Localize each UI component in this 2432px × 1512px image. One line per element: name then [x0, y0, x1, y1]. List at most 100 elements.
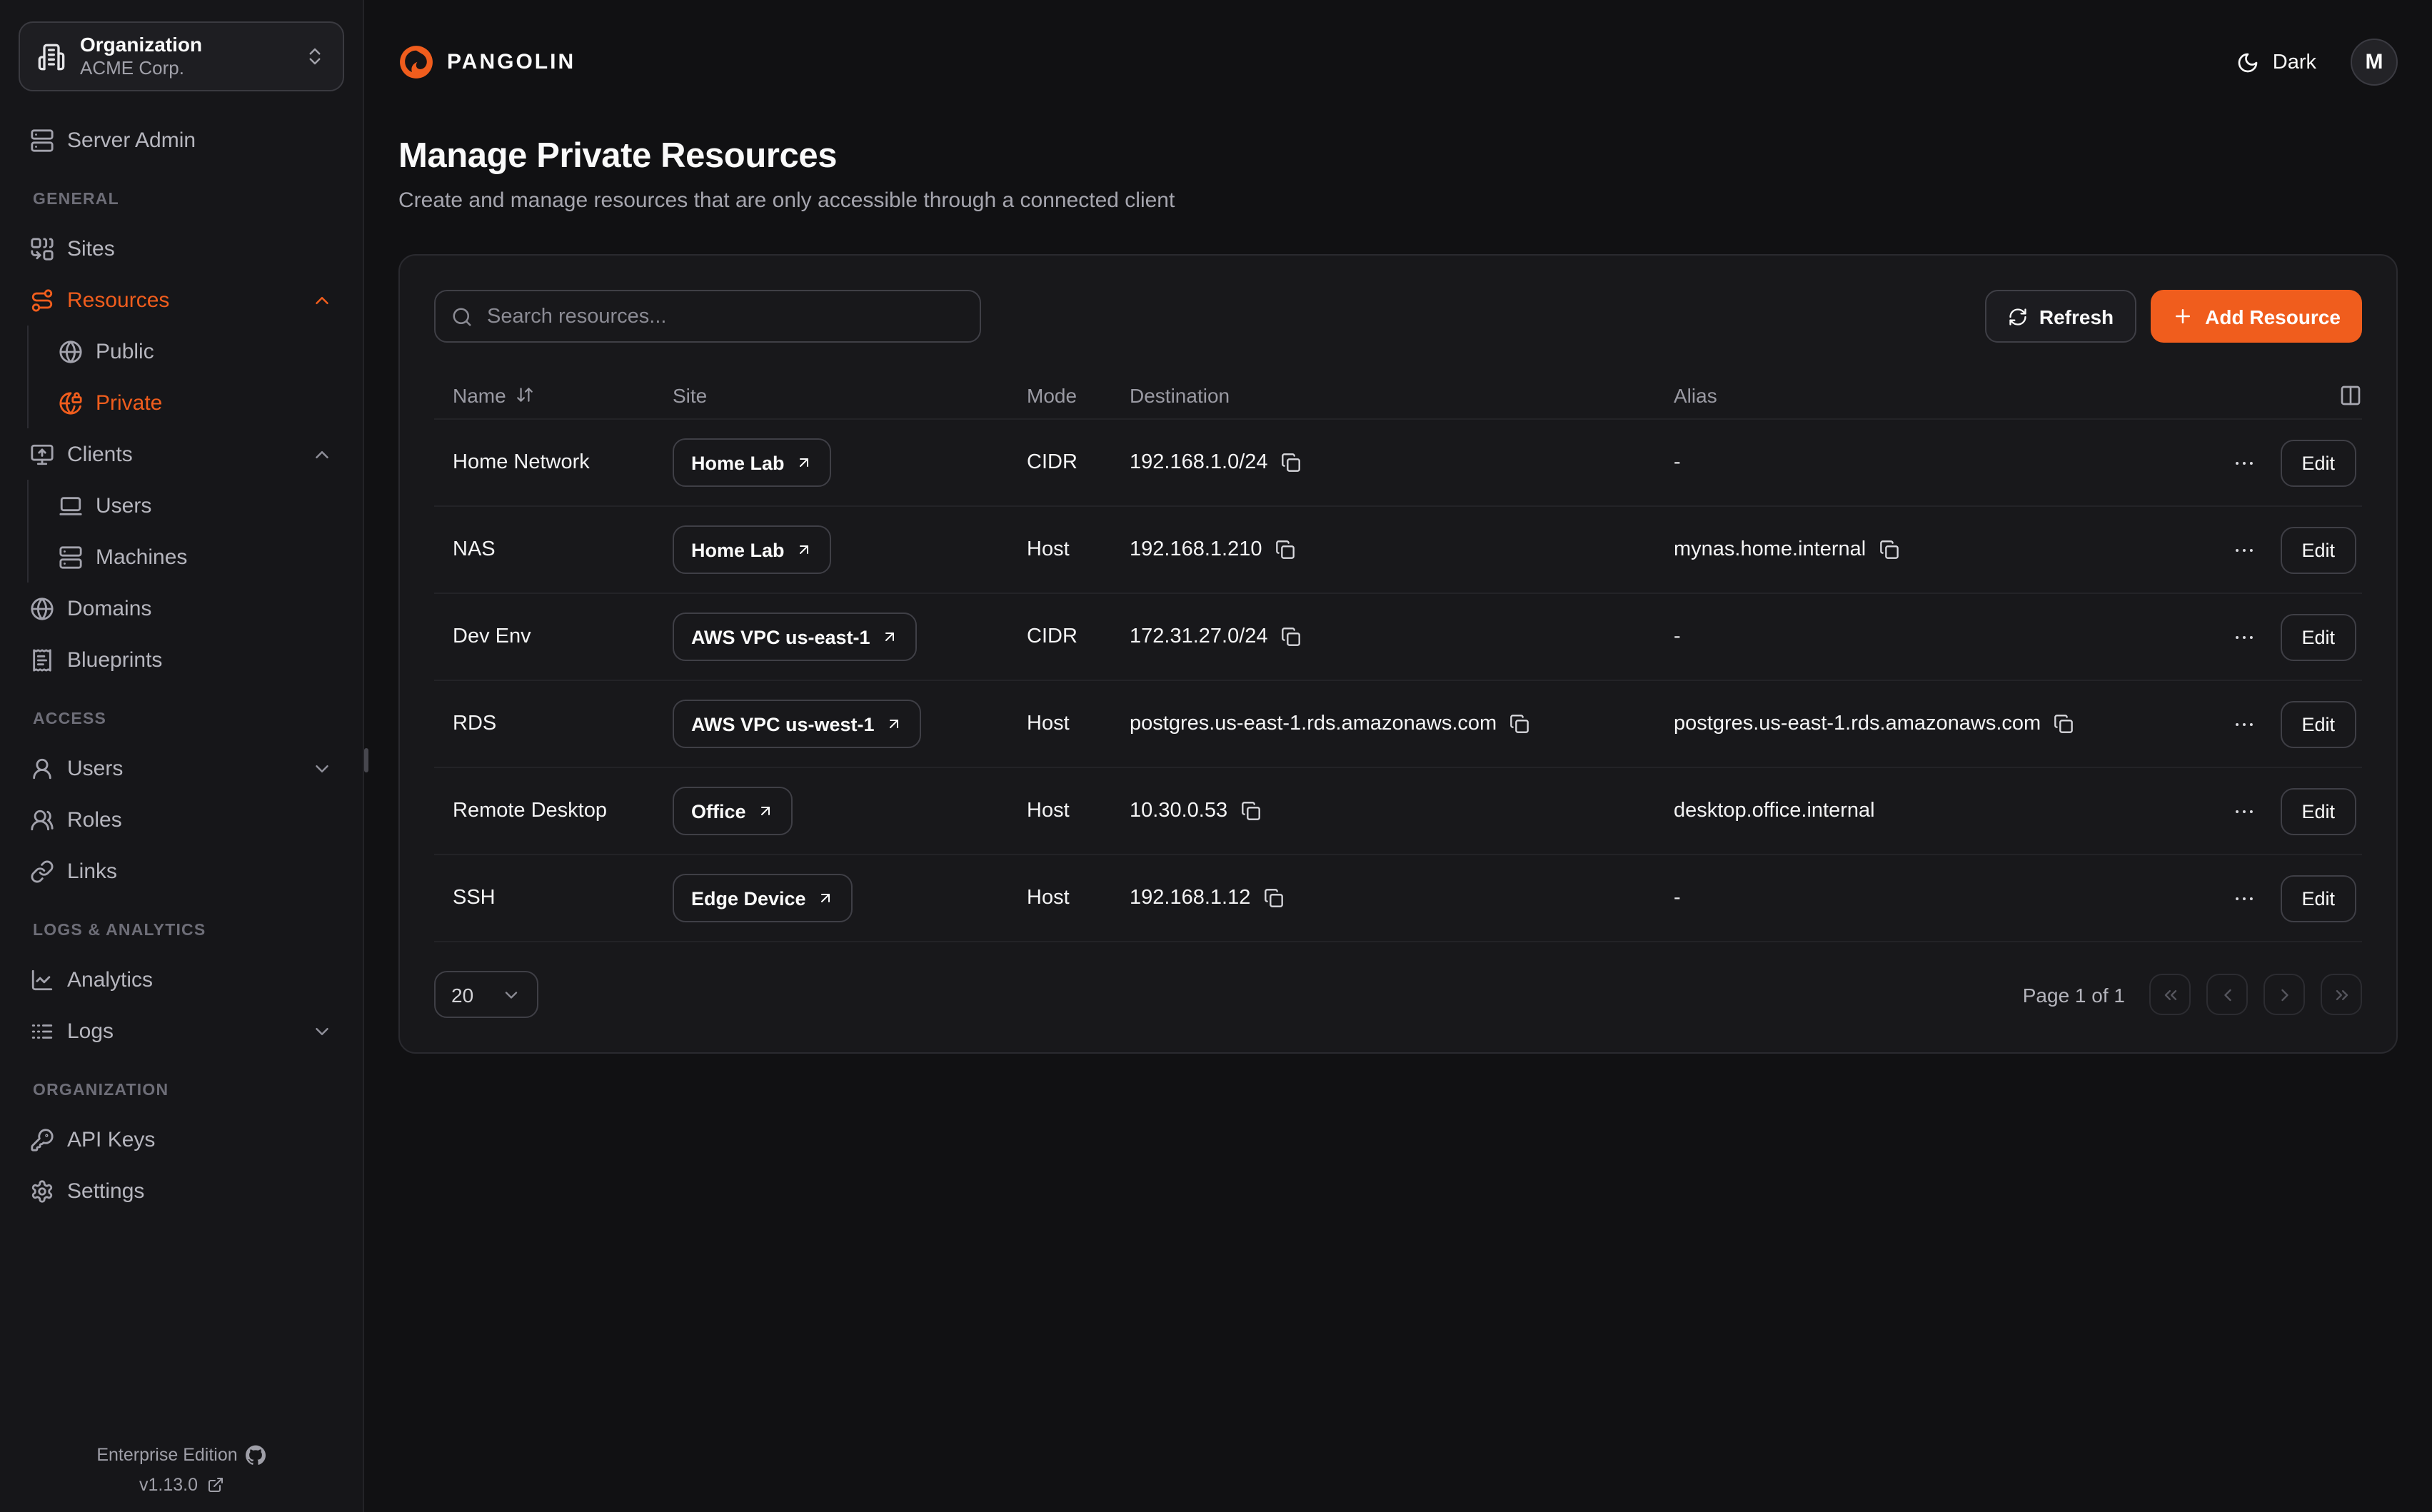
page-title: Manage Private Resources — [398, 137, 2398, 177]
last-page-button[interactable] — [2321, 974, 2362, 1015]
brand-name: PANGOLIN — [447, 50, 576, 74]
cell-destination: 10.30.0.53 — [1130, 800, 1674, 822]
copy-destination-button[interactable] — [1263, 888, 1283, 908]
cell-mode: CIDR — [1027, 625, 1130, 648]
search-input[interactable] — [434, 290, 981, 343]
sidebar-item-blueprints[interactable]: Blueprints — [19, 634, 344, 685]
sidebar-item-domains[interactable]: Domains — [19, 583, 344, 634]
page-size-select[interactable]: 20 — [434, 971, 538, 1018]
copy-destination-button[interactable] — [1275, 540, 1295, 560]
nav-section-label: ACCESS — [19, 711, 344, 728]
org-switcher-label: Organization — [80, 32, 290, 57]
external-link-icon — [206, 1476, 223, 1493]
main-content: PANGOLIN Dark M Manage Private Resources… — [364, 0, 2432, 1512]
copy-destination-button[interactable] — [1240, 801, 1260, 821]
copy-destination-button[interactable] — [1281, 627, 1301, 647]
copy-icon — [1281, 627, 1301, 647]
sidebar-item-roles[interactable]: Roles — [19, 794, 344, 845]
copy-destination-button[interactable] — [1281, 453, 1301, 473]
col-header-alias: Alias — [1674, 383, 2184, 406]
moon-icon — [2237, 51, 2260, 74]
edit-button[interactable]: Edit — [2280, 787, 2356, 835]
edit-button[interactable]: Edit — [2280, 439, 2356, 486]
nav-section-label: GENERAL — [19, 191, 344, 208]
resources-card: Refresh Add Resource NameSiteModeDestina… — [398, 254, 2398, 1054]
refresh-button[interactable]: Refresh — [1985, 290, 2136, 343]
column-visibility-button[interactable] — [2184, 383, 2362, 406]
row-menu-button[interactable] — [2231, 712, 2256, 736]
sidebar: Organization ACME Corp. Server Admin GENE… — [0, 0, 364, 1512]
cell-destination: 192.168.1.210 — [1130, 538, 1674, 561]
sidebar-item-resources[interactable]: Resources — [19, 274, 344, 326]
theme-toggle[interactable]: Dark — [2237, 51, 2316, 74]
brand: PANGOLIN — [398, 44, 576, 80]
pagination: 20 Page 1 of 1 — [434, 971, 2362, 1018]
key-icon — [30, 1127, 54, 1151]
gear-icon — [30, 1179, 54, 1203]
add-resource-button[interactable]: Add Resource — [2151, 290, 2362, 343]
globe-lock-icon — [59, 390, 83, 415]
copy-alias-button[interactable] — [2054, 714, 2074, 734]
edit-button[interactable]: Edit — [2280, 526, 2356, 573]
table-row: Home NetworkHome LabCIDR192.168.1.0/24-E… — [434, 420, 2362, 507]
arrow-up-right-icon — [796, 541, 813, 558]
sidebar-item-settings[interactable]: Settings — [19, 1165, 344, 1216]
sidebar-item-sites[interactable]: Sites — [19, 223, 344, 274]
cell-destination: 192.168.1.0/24 — [1130, 451, 1674, 474]
version-link[interactable]: v1.13.0 — [139, 1475, 223, 1495]
row-menu-button[interactable] — [2231, 450, 2256, 475]
sidebar-item-clients[interactable]: Clients — [19, 428, 344, 480]
copy-alias-button[interactable] — [1879, 540, 1899, 560]
edit-button[interactable]: Edit — [2280, 700, 2356, 747]
col-header-name[interactable]: Name — [434, 383, 673, 406]
sidebar-item-server-admin[interactable]: Server Admin — [19, 114, 344, 166]
site-link-button[interactable]: Office — [673, 787, 793, 835]
site-link-button[interactable]: Home Lab — [673, 525, 832, 574]
col-header-site: Site — [673, 383, 1027, 406]
sidebar-item-machines[interactable]: Machines — [27, 531, 344, 583]
sidebar-item-client-users[interactable]: Users — [27, 480, 344, 531]
refresh-icon — [2008, 306, 2028, 326]
sidebar-item-private[interactable]: Private — [27, 377, 344, 428]
user-avatar[interactable]: M — [2351, 39, 2398, 86]
sidebar-item-users[interactable]: Users — [19, 742, 344, 794]
row-menu-button[interactable] — [2231, 625, 2256, 649]
next-page-button[interactable] — [2263, 974, 2305, 1015]
sidebar-item-public[interactable]: Public — [27, 326, 344, 377]
row-menu-button[interactable] — [2231, 886, 2256, 910]
sidebar-item-links[interactable]: Links — [19, 845, 344, 897]
theme-label: Dark — [2273, 51, 2316, 74]
arrow-up-down-icon — [516, 385, 535, 404]
sidebar-item-logs[interactable]: Logs — [19, 1005, 344, 1057]
site-link-button[interactable]: Home Lab — [673, 438, 832, 487]
arrow-up-right-icon — [796, 454, 813, 471]
row-menu-button[interactable] — [2231, 538, 2256, 562]
external-link-icon — [206, 1476, 223, 1493]
previous-page-button[interactable] — [2206, 974, 2248, 1015]
cell-name: NAS — [434, 538, 673, 561]
arrow-up-right-icon — [882, 628, 899, 645]
github-icon — [246, 1445, 266, 1465]
link-icon — [30, 859, 54, 883]
site-link-button[interactable]: AWS VPC us-west-1 — [673, 700, 922, 748]
route-icon — [30, 288, 54, 312]
sidebar-nav: Server Admin GENERAL SitesResourcesPublicP… — [19, 114, 344, 1216]
copy-destination-button[interactable] — [1509, 714, 1529, 734]
chevron-down-icon — [501, 984, 521, 1004]
org-switcher[interactable]: Organization ACME Corp. — [19, 21, 344, 91]
site-link-button[interactable]: Edge Device — [673, 874, 853, 922]
sidebar-item-api-keys[interactable]: API Keys — [19, 1114, 344, 1165]
edition-link[interactable]: Enterprise Edition — [96, 1445, 266, 1465]
edit-button[interactable]: Edit — [2280, 613, 2356, 660]
first-page-button[interactable] — [2149, 974, 2191, 1015]
site-link-button[interactable]: AWS VPC us-east-1 — [673, 613, 918, 661]
search-icon — [451, 306, 473, 327]
sidebar-scrollbar-thumb[interactable] — [364, 748, 368, 772]
sidebar-item-analytics[interactable]: Analytics — [19, 954, 344, 1005]
cell-mode: Host — [1027, 712, 1130, 735]
edit-button[interactable]: Edit — [2280, 875, 2356, 922]
org-switcher-value: ACME Corp. — [80, 57, 290, 81]
row-menu-button[interactable] — [2231, 799, 2256, 823]
chevron-down-icon — [311, 757, 333, 779]
version-label: v1.13.0 — [139, 1475, 198, 1495]
